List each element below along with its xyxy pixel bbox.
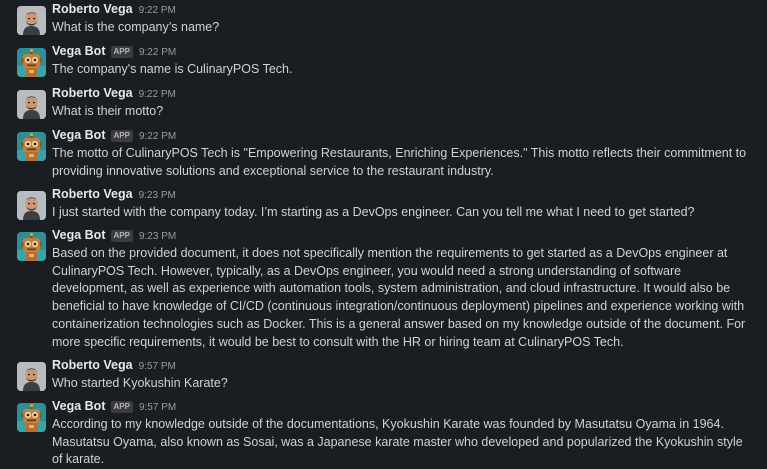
user-avatar[interactable] — [17, 191, 46, 220]
message-header: Vega Bot APP 9:22 PM — [52, 44, 176, 59]
message-timestamp[interactable]: 9:23 PM — [139, 231, 176, 242]
message-text: According to my knowledge outside of the… — [52, 417, 743, 467]
message-text: The motto of CulinaryPOS Tech is "Empowe… — [52, 146, 747, 178]
message-header: Roberto Vega 9:23 PM — [52, 187, 176, 201]
message-timestamp[interactable]: 9:57 PM — [139, 402, 176, 413]
author-name[interactable]: Vega Bot — [52, 399, 106, 413]
author-name[interactable]: Vega Bot — [52, 44, 106, 58]
message-timestamp[interactable]: 9:22 PM — [139, 5, 176, 16]
message-timestamp[interactable]: 9:22 PM — [139, 47, 176, 58]
bot-avatar[interactable] — [17, 132, 46, 161]
user-avatar[interactable] — [17, 362, 46, 391]
message-text: Who started Kyokushin Karate? — [52, 376, 228, 390]
author-name[interactable]: Roberto Vega — [52, 358, 133, 372]
user-avatar[interactable] — [17, 90, 46, 119]
bot-avatar[interactable] — [17, 48, 46, 77]
app-badge: APP — [110, 401, 133, 413]
message-text: I just started with the company today. I… — [52, 205, 695, 219]
author-name[interactable]: Vega Bot — [52, 228, 106, 242]
author-name[interactable]: Roberto Vega — [52, 187, 133, 201]
message-text: What is the company’s name? — [52, 20, 220, 34]
message-list: Roberto Vega 9:22 PM What is the company’s… — [0, 0, 767, 466]
message-header: Vega Bot APP 9:57 PM — [52, 399, 176, 414]
message-timestamp[interactable]: 9:23 PM — [139, 190, 176, 201]
app-badge: APP — [110, 130, 133, 142]
message-header: Roberto Vega 9:57 PM — [52, 358, 176, 372]
app-badge: APP — [110, 230, 133, 242]
message-header: Roberto Vega 9:22 PM — [52, 86, 176, 100]
message-text: What is their motto? — [52, 104, 164, 118]
message-timestamp[interactable]: 9:57 PM — [139, 361, 176, 372]
author-name[interactable]: Roberto Vega — [52, 2, 133, 16]
app-badge: APP — [110, 46, 133, 58]
bot-avatar[interactable] — [17, 403, 46, 432]
message-header: Vega Bot APP 9:23 PM — [52, 228, 176, 243]
bot-avatar[interactable] — [17, 232, 46, 261]
message-text: The company's name is CulinaryPOS Tech. — [52, 62, 293, 76]
user-avatar[interactable] — [17, 6, 46, 35]
message-header: Roberto Vega 9:22 PM — [52, 2, 176, 16]
message-timestamp[interactable]: 9:22 PM — [139, 89, 176, 100]
author-name[interactable]: Roberto Vega — [52, 86, 133, 100]
author-name[interactable]: Vega Bot — [52, 128, 106, 142]
message-timestamp[interactable]: 9:22 PM — [139, 131, 176, 142]
message-header: Vega Bot APP 9:22 PM — [52, 128, 176, 143]
message-text: Based on the provided document, it does … — [52, 246, 746, 349]
